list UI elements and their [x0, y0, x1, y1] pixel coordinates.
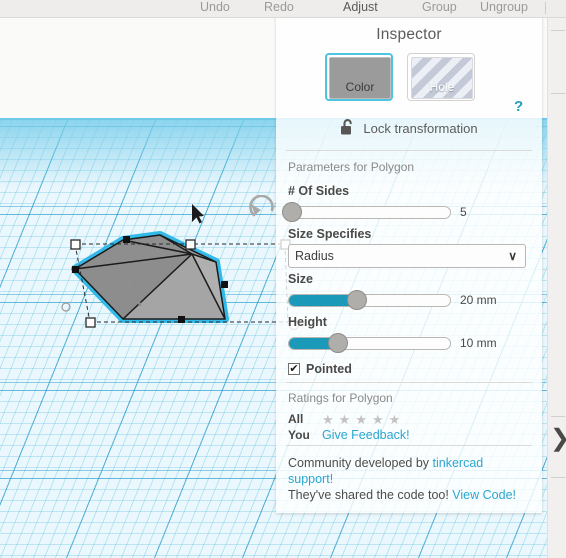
community-footer: Community developed by tinkercad support…: [276, 446, 542, 503]
help-icon[interactable]: ?: [514, 98, 523, 115]
collapse-panel-icon[interactable]: ❯: [550, 427, 566, 451]
inspector-panel[interactable]: Inspector Color Hole ? Lock transformati…: [276, 16, 542, 513]
sides-value: 5: [460, 205, 467, 219]
right-rail: ❯: [547, 17, 566, 558]
rail-divider-lower-1: [551, 416, 565, 417]
mode-color-label: Color: [345, 80, 375, 94]
ratings-section: Ratings for Polygon All ★ ★ ★ ★ ★ You Give F…: [276, 383, 542, 445]
height-value: 10 mm: [460, 336, 497, 350]
toolbar-divider: [545, 2, 546, 14]
redo-button[interactable]: Redo: [264, 0, 294, 16]
size-slider-knob[interactable]: [347, 290, 368, 310]
star-icon[interactable]: ★: [372, 413, 384, 426]
ratings-you-label: You: [288, 428, 310, 442]
star-icon[interactable]: ★: [389, 413, 401, 426]
height-slider-knob[interactable]: [327, 333, 348, 353]
mode-hole-swatch[interactable]: Hole: [407, 53, 475, 101]
ratings-title: Ratings for Polygon: [288, 391, 393, 405]
lock-transformation-label: Lock transformation: [363, 121, 478, 136]
rail-divider-lower-2: [551, 477, 565, 478]
arrow-cursor: [190, 203, 206, 230]
ratings-you-row: You Give Feedback!: [276, 427, 542, 443]
size-specifies-label: Size Specifies: [288, 227, 372, 241]
sides-label: # Of Sides: [288, 184, 350, 198]
ratings-all-row: All ★ ★ ★ ★ ★: [276, 411, 542, 427]
size-specifies-select[interactable]: Radius: [288, 244, 526, 268]
parameters-section: Parameters for Polygon # Of Sides 5 Size…: [276, 151, 542, 382]
lock-open-icon: [340, 118, 355, 139]
mode-color-swatch[interactable]: Color: [325, 53, 393, 101]
ratings-all-stars: ★ ★ ★ ★ ★: [322, 413, 400, 426]
polygon-faces: [75, 235, 225, 319]
sides-slider[interactable]: [282, 202, 451, 222]
height-label: Height: [288, 315, 327, 329]
ungroup-button[interactable]: Ungroup: [480, 0, 528, 16]
rail-divider-mid: [551, 93, 565, 94]
field-pointed: ✔ Pointed: [276, 354, 542, 378]
footer-line1-prefix: Community developed by: [288, 456, 433, 470]
page-title: Inspector: [376, 26, 442, 43]
size-slider[interactable]: [288, 290, 451, 310]
field-height: Height 10 mm: [276, 315, 542, 354]
field-sides: # Of Sides 5: [276, 184, 542, 223]
undo-button[interactable]: Undo: [200, 0, 230, 16]
lock-transformation-row[interactable]: Lock transformation: [276, 115, 542, 150]
footer-line2-prefix: They've shared the code too!: [288, 488, 453, 502]
pointed-label: Pointed: [306, 362, 352, 376]
parameters-title: Parameters for Polygon: [288, 160, 415, 174]
field-size-specifies: Size Specifies Radius ∨: [276, 227, 542, 268]
rail-divider-top: [551, 30, 565, 31]
give-feedback-link[interactable]: Give Feedback!: [322, 428, 410, 442]
height-slider[interactable]: [288, 333, 451, 353]
view-code-link[interactable]: View Code!: [452, 488, 516, 502]
size-value: 20 mm: [460, 293, 497, 307]
ratings-all-label: All: [288, 412, 304, 426]
pointed-checkbox[interactable]: ✔: [288, 363, 300, 375]
star-icon[interactable]: ★: [322, 413, 334, 426]
top-toolbar: Undo Redo Adjust Group Ungroup: [0, 0, 566, 18]
mode-hole-label: Hole: [429, 80, 455, 94]
adjust-menu[interactable]: Adjust: [343, 0, 378, 16]
star-icon[interactable]: ★: [339, 413, 351, 426]
rotate-icon[interactable]: [248, 194, 278, 226]
pointed-checkbox-row[interactable]: ✔ Pointed: [288, 354, 530, 378]
size-label: Size: [288, 272, 314, 286]
field-size: Size 20 mm: [276, 272, 542, 311]
group-button[interactable]: Group: [422, 0, 457, 16]
sides-slider-knob[interactable]: [282, 202, 303, 222]
shape-mode-row: Color Hole ?: [276, 53, 542, 115]
star-icon[interactable]: ★: [355, 413, 367, 426]
